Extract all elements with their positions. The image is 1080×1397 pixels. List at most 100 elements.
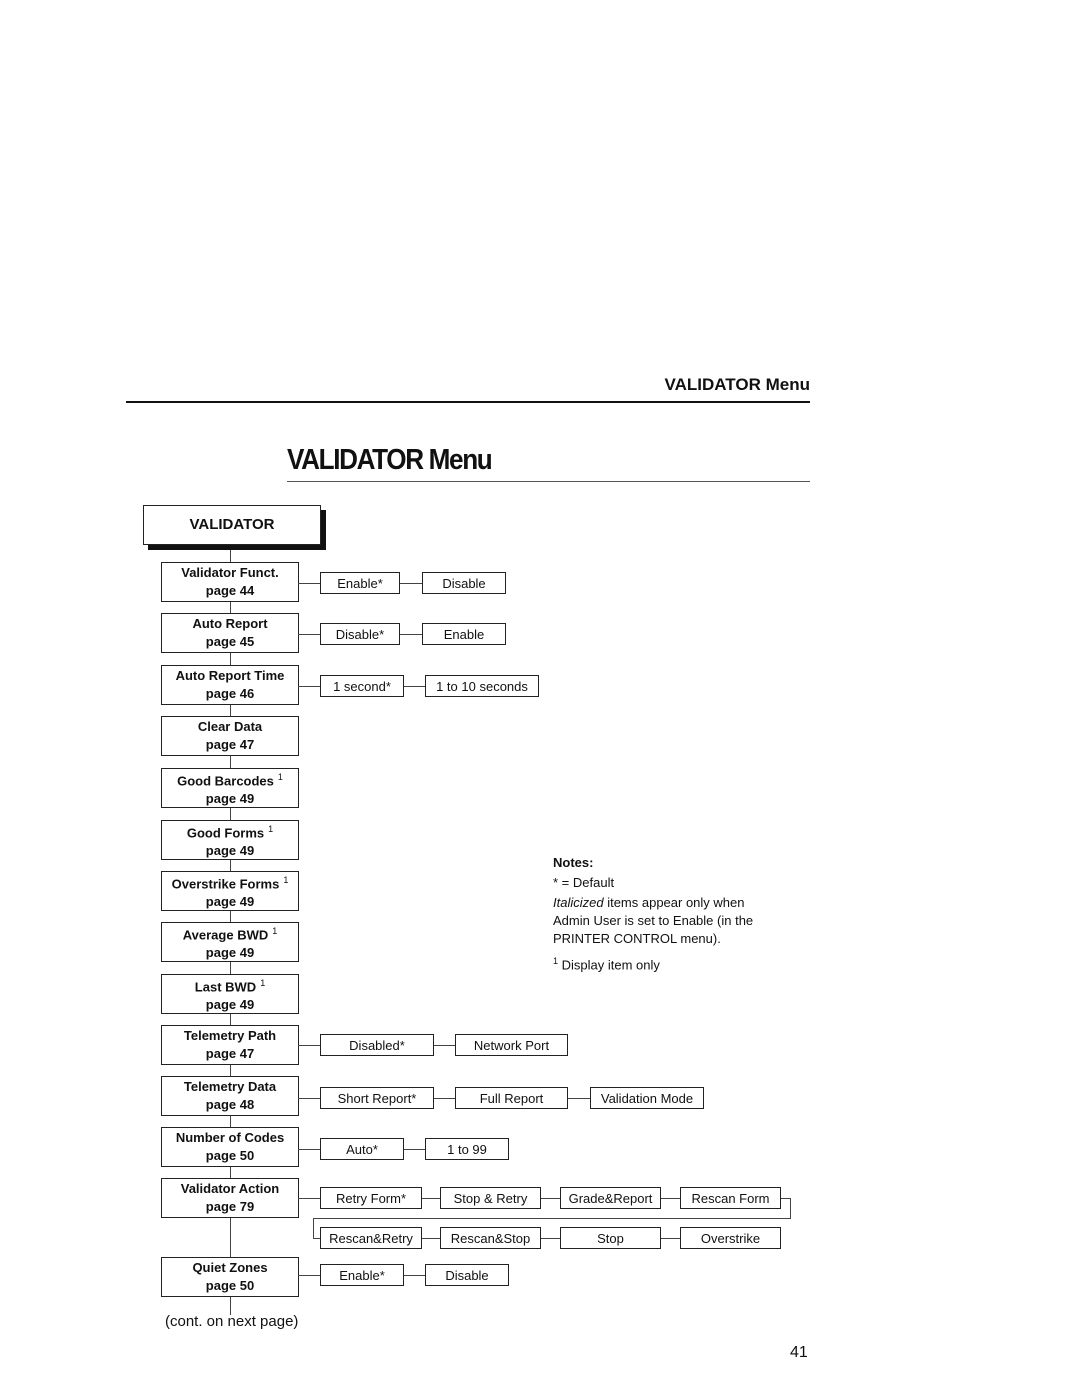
menu-item-box: Last BWD 1 page 49	[161, 974, 299, 1014]
menu-item-page: page 49	[205, 791, 255, 807]
option-box: Overstrike	[680, 1227, 781, 1249]
option-box: Rescan&Stop	[440, 1227, 541, 1249]
option-box: Disable*	[320, 623, 400, 645]
menu-item-page: page 79	[205, 1199, 255, 1214]
menu-item-box: Telemetry Path page 47	[161, 1025, 299, 1065]
footnote-mark: 1	[277, 771, 283, 782]
option-box: Enable*	[320, 572, 400, 594]
menu-item-name: Overstrike Forms	[171, 876, 280, 892]
connector-line	[298, 634, 320, 635]
option-box: Stop & Retry	[440, 1187, 541, 1209]
menu-item-box: Overstrike Forms 1 page 49	[161, 871, 299, 911]
option-box: Rescan&Retry	[320, 1227, 422, 1249]
connector-line	[404, 686, 425, 687]
menu-item-name: Validator Action	[180, 1181, 280, 1196]
option-box: Enable	[422, 623, 506, 645]
connector-line	[298, 1198, 320, 1199]
connector-line	[298, 1045, 320, 1046]
menu-item-page: page 45	[205, 634, 255, 649]
page-title: VALIDATOR Menu	[287, 444, 493, 476]
menu-item-name: Last BWD	[194, 979, 257, 995]
connector-line	[298, 686, 320, 687]
footnote-text: Display item only	[558, 957, 660, 973]
footnote-mark: 1	[260, 977, 266, 988]
option-box: Stop	[560, 1227, 661, 1249]
connector-line	[541, 1238, 560, 1239]
menu-item-box: Clear Data page 47	[161, 716, 299, 756]
notes-default: * = Default	[553, 875, 615, 890]
wrap-line	[313, 1238, 320, 1239]
footnote-mark: 1	[283, 874, 289, 885]
menu-item-box: Auto Report Time page 46	[161, 665, 299, 705]
connector-line	[422, 1238, 440, 1239]
connector-line	[298, 1275, 320, 1276]
notes-footnote: 1 Display item only	[553, 952, 778, 974]
notes-italic: Italicized items appear only when Admin …	[553, 894, 778, 948]
italic-word: Italicized	[553, 895, 604, 910]
option-box: Disable	[422, 572, 506, 594]
menu-item-name: Auto Report	[192, 616, 268, 631]
connector-line	[298, 583, 320, 584]
option-box: Retry Form*	[320, 1187, 422, 1209]
menu-item-name: Good Barcodes	[177, 773, 274, 789]
connector-line	[661, 1238, 680, 1239]
connector-line	[422, 1198, 440, 1199]
menu-item-name: Clear Data	[197, 719, 263, 734]
connector-line	[400, 583, 422, 584]
connector-line	[568, 1098, 590, 1099]
menu-item-name: Good Forms	[186, 825, 265, 841]
wrap-line	[313, 1218, 314, 1239]
menu-item-name: Quiet Zones	[192, 1260, 268, 1275]
menu-item-box: Quiet Zones page 50	[161, 1257, 299, 1297]
menu-item-name: Number of Codes	[175, 1130, 285, 1145]
header-rule	[126, 401, 810, 403]
menu-item-box: Validator Action page 79	[161, 1178, 299, 1218]
option-box: Enable*	[320, 1264, 404, 1286]
option-box: Rescan Form	[680, 1187, 781, 1209]
wrap-line	[313, 1218, 791, 1219]
menu-item-name: Telemetry Path	[183, 1028, 277, 1043]
menu-item-page: page 44	[205, 583, 255, 598]
option-box: 1 second*	[320, 675, 404, 697]
menu-item-name: Auto Report Time	[175, 668, 285, 683]
notes-heading: Notes:	[553, 855, 594, 870]
option-box: Grade&Report	[560, 1187, 661, 1209]
page-number: 41	[790, 1344, 808, 1361]
connector-line	[404, 1149, 425, 1150]
menu-item-page: page 48	[205, 1097, 255, 1112]
menu-item-box: Good Forms 1 page 49	[161, 820, 299, 860]
connector-line	[434, 1045, 455, 1046]
option-box: 1 to 99	[425, 1138, 509, 1160]
menu-item-page: page 50	[205, 1278, 255, 1293]
root-menu-box: VALIDATOR	[143, 505, 321, 545]
connector-line	[400, 634, 422, 635]
option-box: Disable	[425, 1264, 509, 1286]
menu-item-box: Number of Codes page 50	[161, 1127, 299, 1167]
menu-item-page: page 49	[205, 894, 255, 910]
connector-line	[404, 1275, 425, 1276]
option-box: Network Port	[455, 1034, 568, 1056]
menu-item-box: Telemetry Data page 48	[161, 1076, 299, 1116]
wrap-line	[790, 1198, 791, 1218]
menu-item-page: page 50	[205, 1148, 255, 1163]
notes: Notes: * = Default Italicized items appe…	[553, 854, 778, 974]
option-box: Full Report	[455, 1087, 568, 1109]
menu-item-page: page 47	[205, 737, 255, 752]
menu-item-box: Auto Report page 45	[161, 613, 299, 653]
running-header: VALIDATOR Menu	[664, 375, 810, 394]
menu-item-page: page 49	[205, 945, 255, 961]
connector-line	[661, 1198, 680, 1199]
menu-item-page: page 46	[205, 686, 255, 701]
option-box: Short Report*	[320, 1087, 434, 1109]
option-box: Auto*	[320, 1138, 404, 1160]
option-box: 1 to 10 seconds	[425, 675, 539, 697]
menu-item-box: Validator Funct. page 44	[161, 562, 299, 602]
menu-item-box: Average BWD 1 page 49	[161, 922, 299, 962]
option-box: Disabled*	[320, 1034, 434, 1056]
menu-item-page: page 49	[205, 843, 255, 859]
menu-item-name: Average BWD	[182, 927, 269, 943]
connector-line	[434, 1098, 455, 1099]
footnote-mark: 1	[272, 925, 278, 936]
menu-item-box: Good Barcodes 1 page 49	[161, 768, 299, 808]
connector-line	[541, 1198, 560, 1199]
